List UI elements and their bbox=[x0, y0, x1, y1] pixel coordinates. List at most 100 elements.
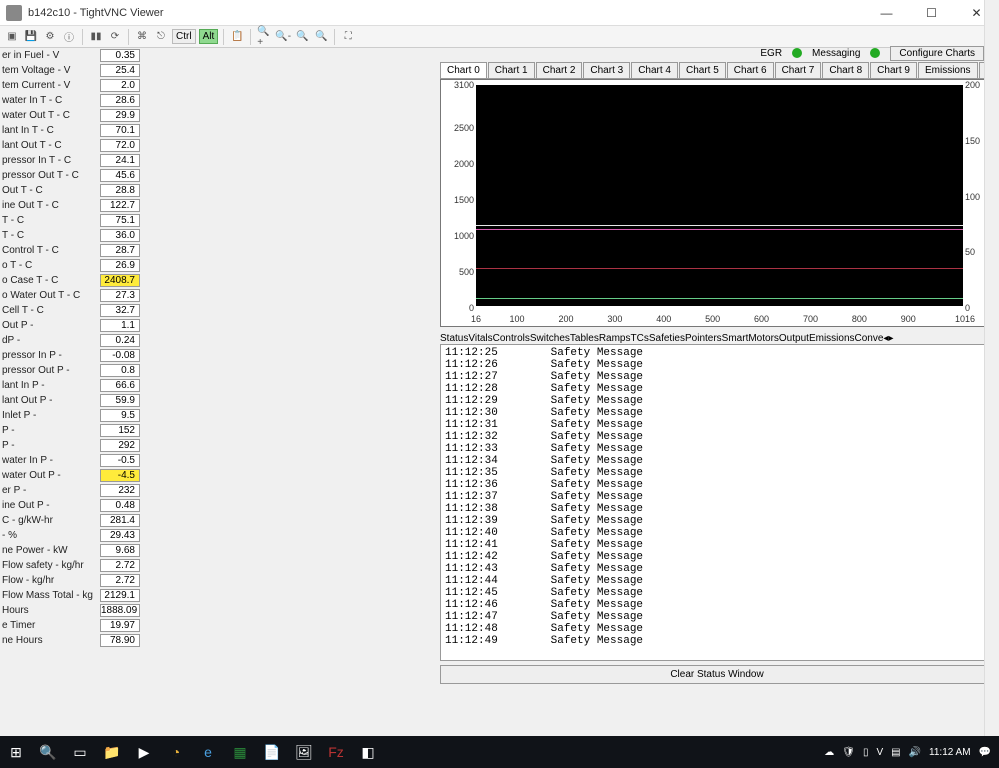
zoom-auto-icon[interactable]: 🔍 bbox=[313, 29, 329, 45]
tray-icon[interactable]: ▯ bbox=[863, 747, 869, 758]
tab-scroll-right[interactable]: ▸ bbox=[888, 333, 893, 344]
measurement-row: pressor In T - C24.1 bbox=[0, 153, 140, 168]
system-tray[interactable]: ☁ 🛡 ▯ V ▤ 🔊 11:12 AM 💬 bbox=[824, 747, 999, 758]
status-tab[interactable]: Conve bbox=[855, 333, 884, 344]
chart-area: 0500100015002000250031000501001502001610… bbox=[440, 79, 994, 327]
y-tick-left: 500 bbox=[441, 267, 474, 277]
measurement-row: o Water Out T - C27.3 bbox=[0, 288, 140, 303]
chart-tab[interactable]: Chart 4 bbox=[631, 62, 678, 78]
maximize-button[interactable]: ☐ bbox=[909, 0, 954, 26]
refresh-icon[interactable]: ⟳ bbox=[107, 29, 123, 45]
app4-icon[interactable]: ◧ bbox=[352, 736, 384, 768]
chart-tab[interactable]: Chart 3 bbox=[583, 62, 630, 78]
measurement-value: -0.5 bbox=[100, 454, 140, 467]
x-tick: 800 bbox=[852, 314, 867, 324]
chart-series-line bbox=[476, 298, 963, 299]
measurement-label: water In T - C bbox=[0, 95, 100, 106]
filezilla-icon[interactable]: Fz bbox=[320, 736, 352, 768]
options-icon[interactable]: ⚙ bbox=[42, 29, 58, 45]
minimize-button[interactable]: — bbox=[864, 0, 909, 26]
measurement-label: o Case T - C bbox=[0, 275, 100, 286]
app1-icon[interactable]: ◔ bbox=[160, 736, 192, 768]
chart-tab[interactable]: Chart 7 bbox=[775, 62, 822, 78]
ie-icon[interactable]: e bbox=[192, 736, 224, 768]
chart-tab[interactable]: Chart 0 bbox=[440, 62, 487, 78]
configure-charts-button[interactable]: Configure Charts bbox=[890, 46, 984, 61]
info-icon[interactable]: ⓘ bbox=[61, 29, 77, 45]
zoom-100-icon[interactable]: 🔍 bbox=[294, 29, 310, 45]
app2-icon[interactable]: 📄 bbox=[256, 736, 288, 768]
save-icon[interactable]: 💾 bbox=[23, 29, 39, 45]
status-tab[interactable]: Controls bbox=[493, 333, 530, 344]
measurement-label: Out P - bbox=[0, 320, 100, 331]
status-tab[interactable]: SmartMotors bbox=[722, 333, 779, 344]
measurement-row: tem Current - V2.0 bbox=[0, 78, 140, 93]
chart-tab[interactable]: Emissions bbox=[918, 62, 978, 78]
chart-tab[interactable]: Chart 9 bbox=[870, 62, 917, 78]
measurement-label: lant Out P - bbox=[0, 395, 100, 406]
measurement-label: lant Out T - C bbox=[0, 140, 100, 151]
status-tab[interactable]: Safeties bbox=[649, 333, 685, 344]
tray-icon[interactable]: V bbox=[876, 747, 883, 758]
alt-toggle[interactable]: Alt bbox=[199, 29, 219, 44]
measurement-row: T - C36.0 bbox=[0, 228, 140, 243]
status-tab[interactable]: Status bbox=[440, 333, 468, 344]
new-conn-icon[interactable]: ▣ bbox=[4, 29, 20, 45]
scrollbar-right[interactable] bbox=[984, 0, 999, 736]
status-tab[interactable]: Emissions bbox=[809, 333, 855, 344]
zoom-in-icon[interactable]: 🔍+ bbox=[256, 29, 272, 45]
y-tick-left: 2500 bbox=[441, 123, 474, 133]
measurement-row: Flow - kg/hr2.72 bbox=[0, 573, 140, 588]
tray-icon[interactable]: 🛡 bbox=[842, 747, 855, 758]
y-tick-left: 2000 bbox=[441, 159, 474, 169]
chart-tab[interactable]: Chart 1 bbox=[488, 62, 535, 78]
transfer-icon[interactable]: 📋 bbox=[229, 29, 245, 45]
measurement-row: Out P -1.1 bbox=[0, 318, 140, 333]
chart-plot bbox=[476, 85, 963, 306]
status-tab[interactable]: Vitals bbox=[468, 333, 492, 344]
chart-tab[interactable]: Chart 8 bbox=[822, 62, 869, 78]
excel-icon[interactable]: ▦ bbox=[224, 736, 256, 768]
measurement-label: pressor In T - C bbox=[0, 155, 100, 166]
measurement-row: T - C75.1 bbox=[0, 213, 140, 228]
clear-status-button[interactable]: Clear Status Window bbox=[440, 665, 994, 684]
chart-tab[interactable]: Chart 2 bbox=[536, 62, 583, 78]
start-button[interactable]: ⊞ bbox=[0, 736, 32, 768]
volume-icon[interactable]: 🔊 bbox=[909, 747, 921, 758]
measurement-value: 32.7 bbox=[100, 304, 140, 317]
clock[interactable]: 11:12 AM bbox=[929, 747, 971, 758]
explorer-icon[interactable]: 📁 bbox=[96, 736, 128, 768]
measurement-value: 9.68 bbox=[100, 544, 140, 557]
ctrl-toggle[interactable]: Ctrl bbox=[172, 29, 196, 44]
chart-header: EGR Messaging Configure Charts bbox=[440, 48, 994, 58]
measurement-value: 66.6 bbox=[100, 379, 140, 392]
status-tab[interactable]: Pointers bbox=[685, 333, 722, 344]
measurement-row: pressor In P --0.08 bbox=[0, 348, 140, 363]
terminal-icon[interactable]: ▶ bbox=[128, 736, 160, 768]
app3-icon[interactable]: 🖼 bbox=[288, 736, 320, 768]
status-tab[interactable]: TCs bbox=[631, 333, 649, 344]
status-log[interactable]: 11:12:25 Safety Message 11:12:26 Safety … bbox=[440, 345, 994, 661]
chart-tab[interactable]: Chart 5 bbox=[679, 62, 726, 78]
status-tab[interactable]: Tables bbox=[570, 333, 599, 344]
pause-icon[interactable]: ▮▮ bbox=[88, 29, 104, 45]
fullscreen-icon[interactable]: ⛶ bbox=[340, 29, 356, 45]
cad-icon[interactable]: ⌘ bbox=[134, 29, 150, 45]
taskview-icon[interactable]: ▭ bbox=[64, 736, 96, 768]
tray-icon[interactable]: ☁ bbox=[824, 747, 834, 758]
tray-icon[interactable]: ▤ bbox=[891, 747, 900, 758]
measurement-label: tem Voltage - V bbox=[0, 65, 100, 76]
status-tab[interactable]: Switches bbox=[530, 333, 570, 344]
measurement-value: 2.72 bbox=[100, 574, 140, 587]
search-icon[interactable]: 🔍 bbox=[32, 736, 64, 768]
ctrlesc-icon[interactable]: ⎋ bbox=[153, 29, 169, 45]
status-tab[interactable]: Ramps bbox=[599, 333, 631, 344]
status-tab[interactable]: Output bbox=[779, 333, 809, 344]
zoom-out-icon[interactable]: 🔍- bbox=[275, 29, 291, 45]
measurement-label: C - g/kW-hr bbox=[0, 515, 100, 526]
measurement-value: 72.0 bbox=[100, 139, 140, 152]
measurement-label: o T - C bbox=[0, 260, 100, 271]
measurement-value: 29.43 bbox=[100, 529, 140, 542]
chart-tab[interactable]: Chart 6 bbox=[727, 62, 774, 78]
notifications-icon[interactable]: 💬 bbox=[979, 747, 991, 758]
